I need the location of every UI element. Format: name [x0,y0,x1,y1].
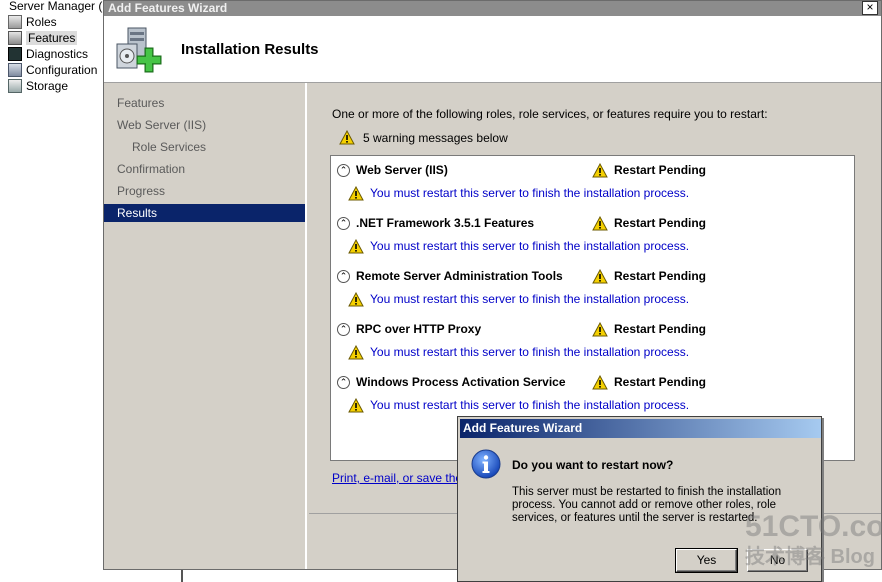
collapse-icon[interactable]: ⌃ [337,216,350,230]
page-title: Installation Results [181,41,319,58]
roles-icon [8,15,22,29]
message-text: You must restart this server to finish t… [370,239,690,253]
result-status: Restart Pending [592,215,706,231]
tree-item-label: Diagnostics [26,47,89,61]
warning-icon [592,374,608,389]
status-text: Restart Pending [614,163,707,177]
nav-item-results[interactable]: Results [104,204,305,222]
result-name: .NET Framework 3.5.1 Features [356,216,535,230]
result-name: Web Server (IIS) [356,163,448,177]
dialog-title: Add Features Wizard [463,421,583,435]
server-features-icon [116,27,162,73]
tree-item-label: Roles [26,15,57,29]
message-text: You must restart this server to finish t… [370,398,690,412]
configuration-icon [8,63,22,77]
result-name: Windows Process Activation Service [356,375,566,389]
warning-icon [592,162,608,177]
tree-item-label: Server Manager (C [9,0,112,13]
result-status: Restart Pending [592,321,706,337]
message-text: You must restart this server to finish t… [370,292,690,306]
message-text: You must restart this server to finish t… [370,186,690,200]
result-row: ⌃ RPC over HTTP Proxy [337,321,481,337]
storage-icon [8,79,22,93]
nav-item-progress[interactable]: Progress [104,182,305,200]
status-text: Restart Pending [614,269,707,283]
result-message: You must restart this server to finish t… [348,291,689,307]
warning-icon [348,397,364,412]
warning-icon [592,268,608,283]
result-row: ⌃ Windows Process Activation Service [337,374,566,390]
result-message: You must restart this server to finish t… [348,185,689,201]
close-button[interactable]: × [862,1,878,15]
tree-item-diagnostics[interactable]: Diagnostics [8,46,88,62]
warning-icon [592,215,608,230]
result-row: ⌃ Web Server (IIS) [337,162,448,178]
status-text: Restart Pending [614,216,707,230]
collapse-icon[interactable]: ⌃ [337,375,350,389]
result-status: Restart Pending [592,268,706,284]
info-icon [471,449,501,479]
collapse-icon[interactable]: ⌃ [337,163,350,177]
result-message: You must restart this server to finish t… [348,238,689,254]
wizard-title-bar[interactable]: Add Features Wizard × [104,1,881,16]
watermark: 51CTO.com 技术博客 Blog [745,512,882,572]
close-icon: × [866,0,874,14]
result-status: Restart Pending [592,374,706,390]
collapse-icon[interactable]: ⌃ [337,269,350,283]
warning-icon [339,130,355,145]
tree-item-roles[interactable]: Roles [8,14,57,30]
result-status: Restart Pending [592,162,706,178]
result-row: ⌃ .NET Framework 3.5.1 Features [337,215,534,231]
watermark-line2: 技术博客 Blog [745,546,875,568]
features-icon [8,31,22,45]
tree-item-label: Features [26,31,78,45]
wizard-title: Add Features Wizard [108,1,228,15]
dialog-title-bar[interactable]: Add Features Wizard [460,419,821,438]
status-text: Restart Pending [614,375,707,389]
warning-icon [348,238,364,253]
warning-icon [348,344,364,359]
warning-icon [348,291,364,306]
wizard-header: Installation Results [104,16,881,83]
tree-item-server-manager[interactable]: Server Manager (C [2,0,111,14]
nav-item-web-server[interactable]: Web Server (IIS) [104,116,305,134]
status-text: Restart Pending [614,322,707,336]
server-manager-tree: Server Manager (C Roles Features Diagnos… [0,0,111,582]
nav-item-role-services[interactable]: Role Services [104,138,305,156]
result-name: RPC over HTTP Proxy [356,322,482,336]
yes-button[interactable]: Yes [675,548,738,573]
wizard-nav: Features Web Server (IIS) Role Services … [104,83,307,569]
background-divider [181,568,183,582]
warning-icon [592,321,608,336]
result-message: You must restart this server to finish t… [348,344,689,360]
result-message: You must restart this server to finish t… [348,397,689,413]
watermark-line1: 51CTO.com [745,510,882,543]
tree-item-label: Configuration [26,63,98,77]
yes-button-label: Yes [696,553,717,567]
tree-item-label: Storage [26,79,69,93]
collapse-icon[interactable]: ⌃ [337,322,350,336]
nav-item-features[interactable]: Features [104,94,305,112]
tree-item-configuration[interactable]: Configuration [8,62,97,78]
dialog-question: Do you want to restart now? [512,458,674,472]
nav-item-confirmation[interactable]: Confirmation [104,160,305,178]
warning-summary: 5 warning messages below [339,130,508,145]
message-text: You must restart this server to finish t… [370,345,690,359]
tree-item-features[interactable]: Features [8,30,78,46]
warning-icon [348,185,364,200]
result-row: ⌃ Remote Server Administration Tools [337,268,563,284]
tree-item-storage[interactable]: Storage [8,78,68,94]
diagnostics-icon [8,47,22,61]
print-report-link[interactable]: Print, e-mail, or save the installation … [332,471,462,485]
warning-summary-text: 5 warning messages below [363,130,508,145]
intro-text: One or more of the following roles, role… [332,107,768,121]
result-name: Remote Server Administration Tools [356,269,563,283]
